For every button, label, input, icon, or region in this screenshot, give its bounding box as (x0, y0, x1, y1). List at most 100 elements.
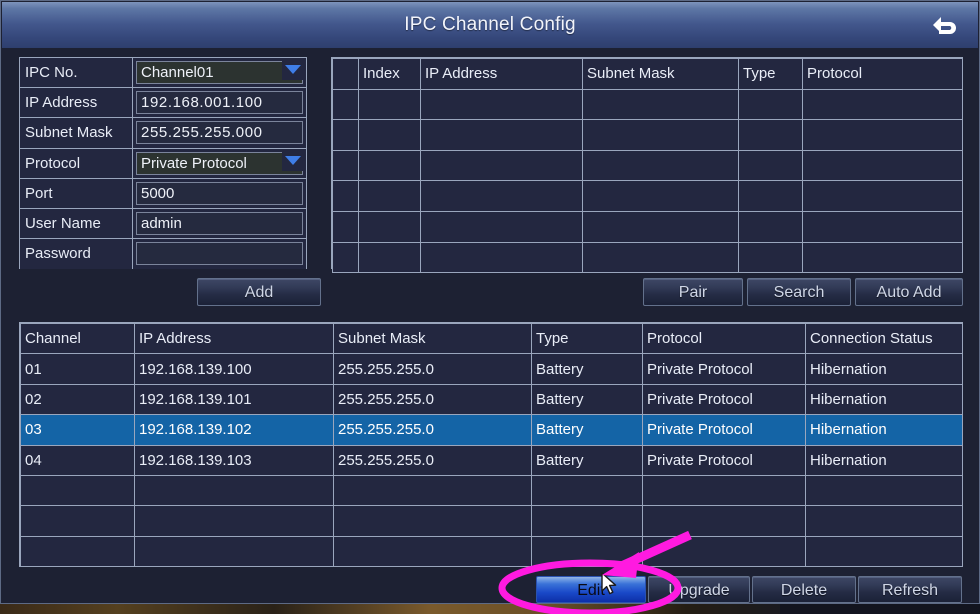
table-cell (20, 474, 135, 507)
table-cell (358, 180, 421, 212)
table-cell (582, 119, 739, 151)
table-cell-mask: 255.255.255.0 (333, 414, 532, 446)
edit-button[interactable]: Edit (536, 576, 646, 603)
table-row[interactable] (20, 535, 963, 568)
ipc-config-form: IPC No. Channel01 IP Address 192.168.001.10… (19, 57, 307, 270)
form-label: Protocol (20, 148, 133, 178)
table-row[interactable] (332, 210, 963, 243)
form-row: IPC No. Channel01 (20, 58, 306, 89)
column-header: Type (531, 322, 643, 355)
table-cell-ip: 192.168.139.102 (134, 414, 334, 446)
table-cell-mask: 255.255.255.0 (333, 444, 532, 476)
channel-list-table[interactable]: Channel IP Address Subnet Mask Type Protocol… (19, 322, 963, 568)
channel-list-body: 01 192.168.139.100 255.255.255.0 Battery Pri… (20, 353, 963, 568)
refresh-button[interactable]: Refresh (858, 576, 962, 603)
table-row[interactable] (332, 241, 963, 274)
delete-button[interactable]: Delete (752, 576, 856, 603)
table-cell (802, 241, 963, 274)
text-field[interactable]: 255.255.255.000 (136, 121, 303, 145)
table-cell-protocol: Private Protocol (642, 383, 806, 416)
column-header: Type (738, 58, 803, 90)
form-value-cell: 5000 (133, 178, 306, 208)
table-cell (642, 474, 806, 507)
channel-list-grid: Channel IP Address Subnet Mask Type Protocol… (20, 322, 963, 568)
text-field[interactable]: admin (136, 211, 303, 235)
select-field[interactable]: Channel01 (136, 61, 303, 84)
table-cell (802, 180, 963, 212)
table-row[interactable] (20, 474, 963, 507)
table-cell (531, 474, 643, 507)
form-row: Subnet Mask 255.255.255.000 (20, 118, 306, 149)
search-results-table[interactable]: Index IP Address Subnet Mask Type Protocol (331, 57, 963, 274)
form-label: Subnet Mask (20, 118, 133, 148)
table-row[interactable] (332, 88, 963, 121)
table-cell (420, 241, 583, 274)
search-results-body (332, 88, 963, 274)
table-cell-status: Hibernation (805, 414, 963, 446)
table-row[interactable] (20, 505, 963, 537)
upgrade-button[interactable]: Upgrade (648, 576, 750, 603)
table-cell (332, 180, 359, 212)
table-row[interactable] (332, 149, 963, 182)
select-field[interactable]: Private Protocol (136, 151, 303, 175)
chevron-down-icon[interactable] (282, 149, 304, 171)
table-cell (332, 210, 359, 243)
table-row[interactable]: 02 192.168.139.101 255.255.255.0 Battery Pri… (20, 383, 963, 416)
table-cell (358, 149, 421, 182)
chevron-down-icon[interactable] (282, 59, 304, 80)
table-cell (738, 241, 803, 274)
form-label: Port (20, 178, 133, 208)
table-row[interactable]: 04 192.168.139.103 255.255.255.0 Battery Pri… (20, 444, 963, 476)
table-cell (738, 180, 803, 212)
table-cell-channel: 01 (20, 353, 135, 385)
form-value-cell: admin (133, 208, 306, 239)
table-cell (738, 88, 803, 121)
text-field[interactable]: 5000 (136, 181, 303, 205)
form-row: User Name admin (20, 208, 306, 240)
table-cell (332, 241, 359, 274)
search-results-grid: Index IP Address Subnet Mask Type Protocol (332, 58, 963, 274)
table-cell (802, 119, 963, 151)
text-field[interactable]: 192.168.001.100 (136, 91, 303, 115)
table-cell-status: Hibernation (805, 353, 963, 385)
column-header: Subnet Mask (333, 322, 532, 355)
table-cell (333, 474, 532, 507)
table-cell (20, 535, 135, 568)
table-cell (582, 180, 739, 212)
table-cell-ip: 192.168.139.101 (134, 383, 334, 416)
table-cell (332, 88, 359, 121)
table-cell (802, 88, 963, 121)
table-cell (420, 210, 583, 243)
column-header (332, 58, 359, 90)
table-cell (333, 505, 532, 537)
add-button[interactable]: Add (197, 278, 321, 306)
table-row[interactable]: 03 192.168.139.102 255.255.255.0 Battery Pri… (20, 414, 963, 446)
table-cell-mask: 255.255.255.0 (333, 353, 532, 385)
return-arrow-icon[interactable] (926, 11, 960, 39)
table-cell-ip: 192.168.139.103 (134, 444, 334, 476)
table-cell (134, 474, 334, 507)
table-row[interactable]: 01 192.168.139.100 255.255.255.0 Battery Pri… (20, 353, 963, 385)
table-cell (738, 119, 803, 151)
table-row[interactable] (332, 119, 963, 151)
table-cell-protocol: Private Protocol (642, 414, 806, 446)
table-cell (802, 149, 963, 182)
form-label: IP Address (20, 88, 133, 118)
auto-add-button[interactable]: Auto Add (855, 278, 963, 306)
table-cell (20, 505, 135, 537)
pair-button[interactable]: Pair (643, 278, 743, 306)
table-row[interactable] (332, 180, 963, 212)
form-row: Password (20, 239, 306, 270)
channel-list-head: Channel IP Address Subnet Mask Type Protocol… (20, 322, 963, 355)
column-header: IP Address (134, 322, 334, 355)
table-cell (582, 88, 739, 121)
screen: IPC Channel Config IPC No. Channel01 IP Ad… (0, 0, 980, 614)
form-label: User Name (20, 208, 133, 239)
table-cell (642, 505, 806, 537)
column-header: Protocol (802, 58, 963, 90)
table-cell-type: Battery (531, 444, 643, 476)
text-field[interactable] (136, 242, 303, 266)
table-cell (420, 149, 583, 182)
form-value-cell: 192.168.001.100 (133, 88, 306, 118)
search-button[interactable]: Search (747, 278, 851, 306)
